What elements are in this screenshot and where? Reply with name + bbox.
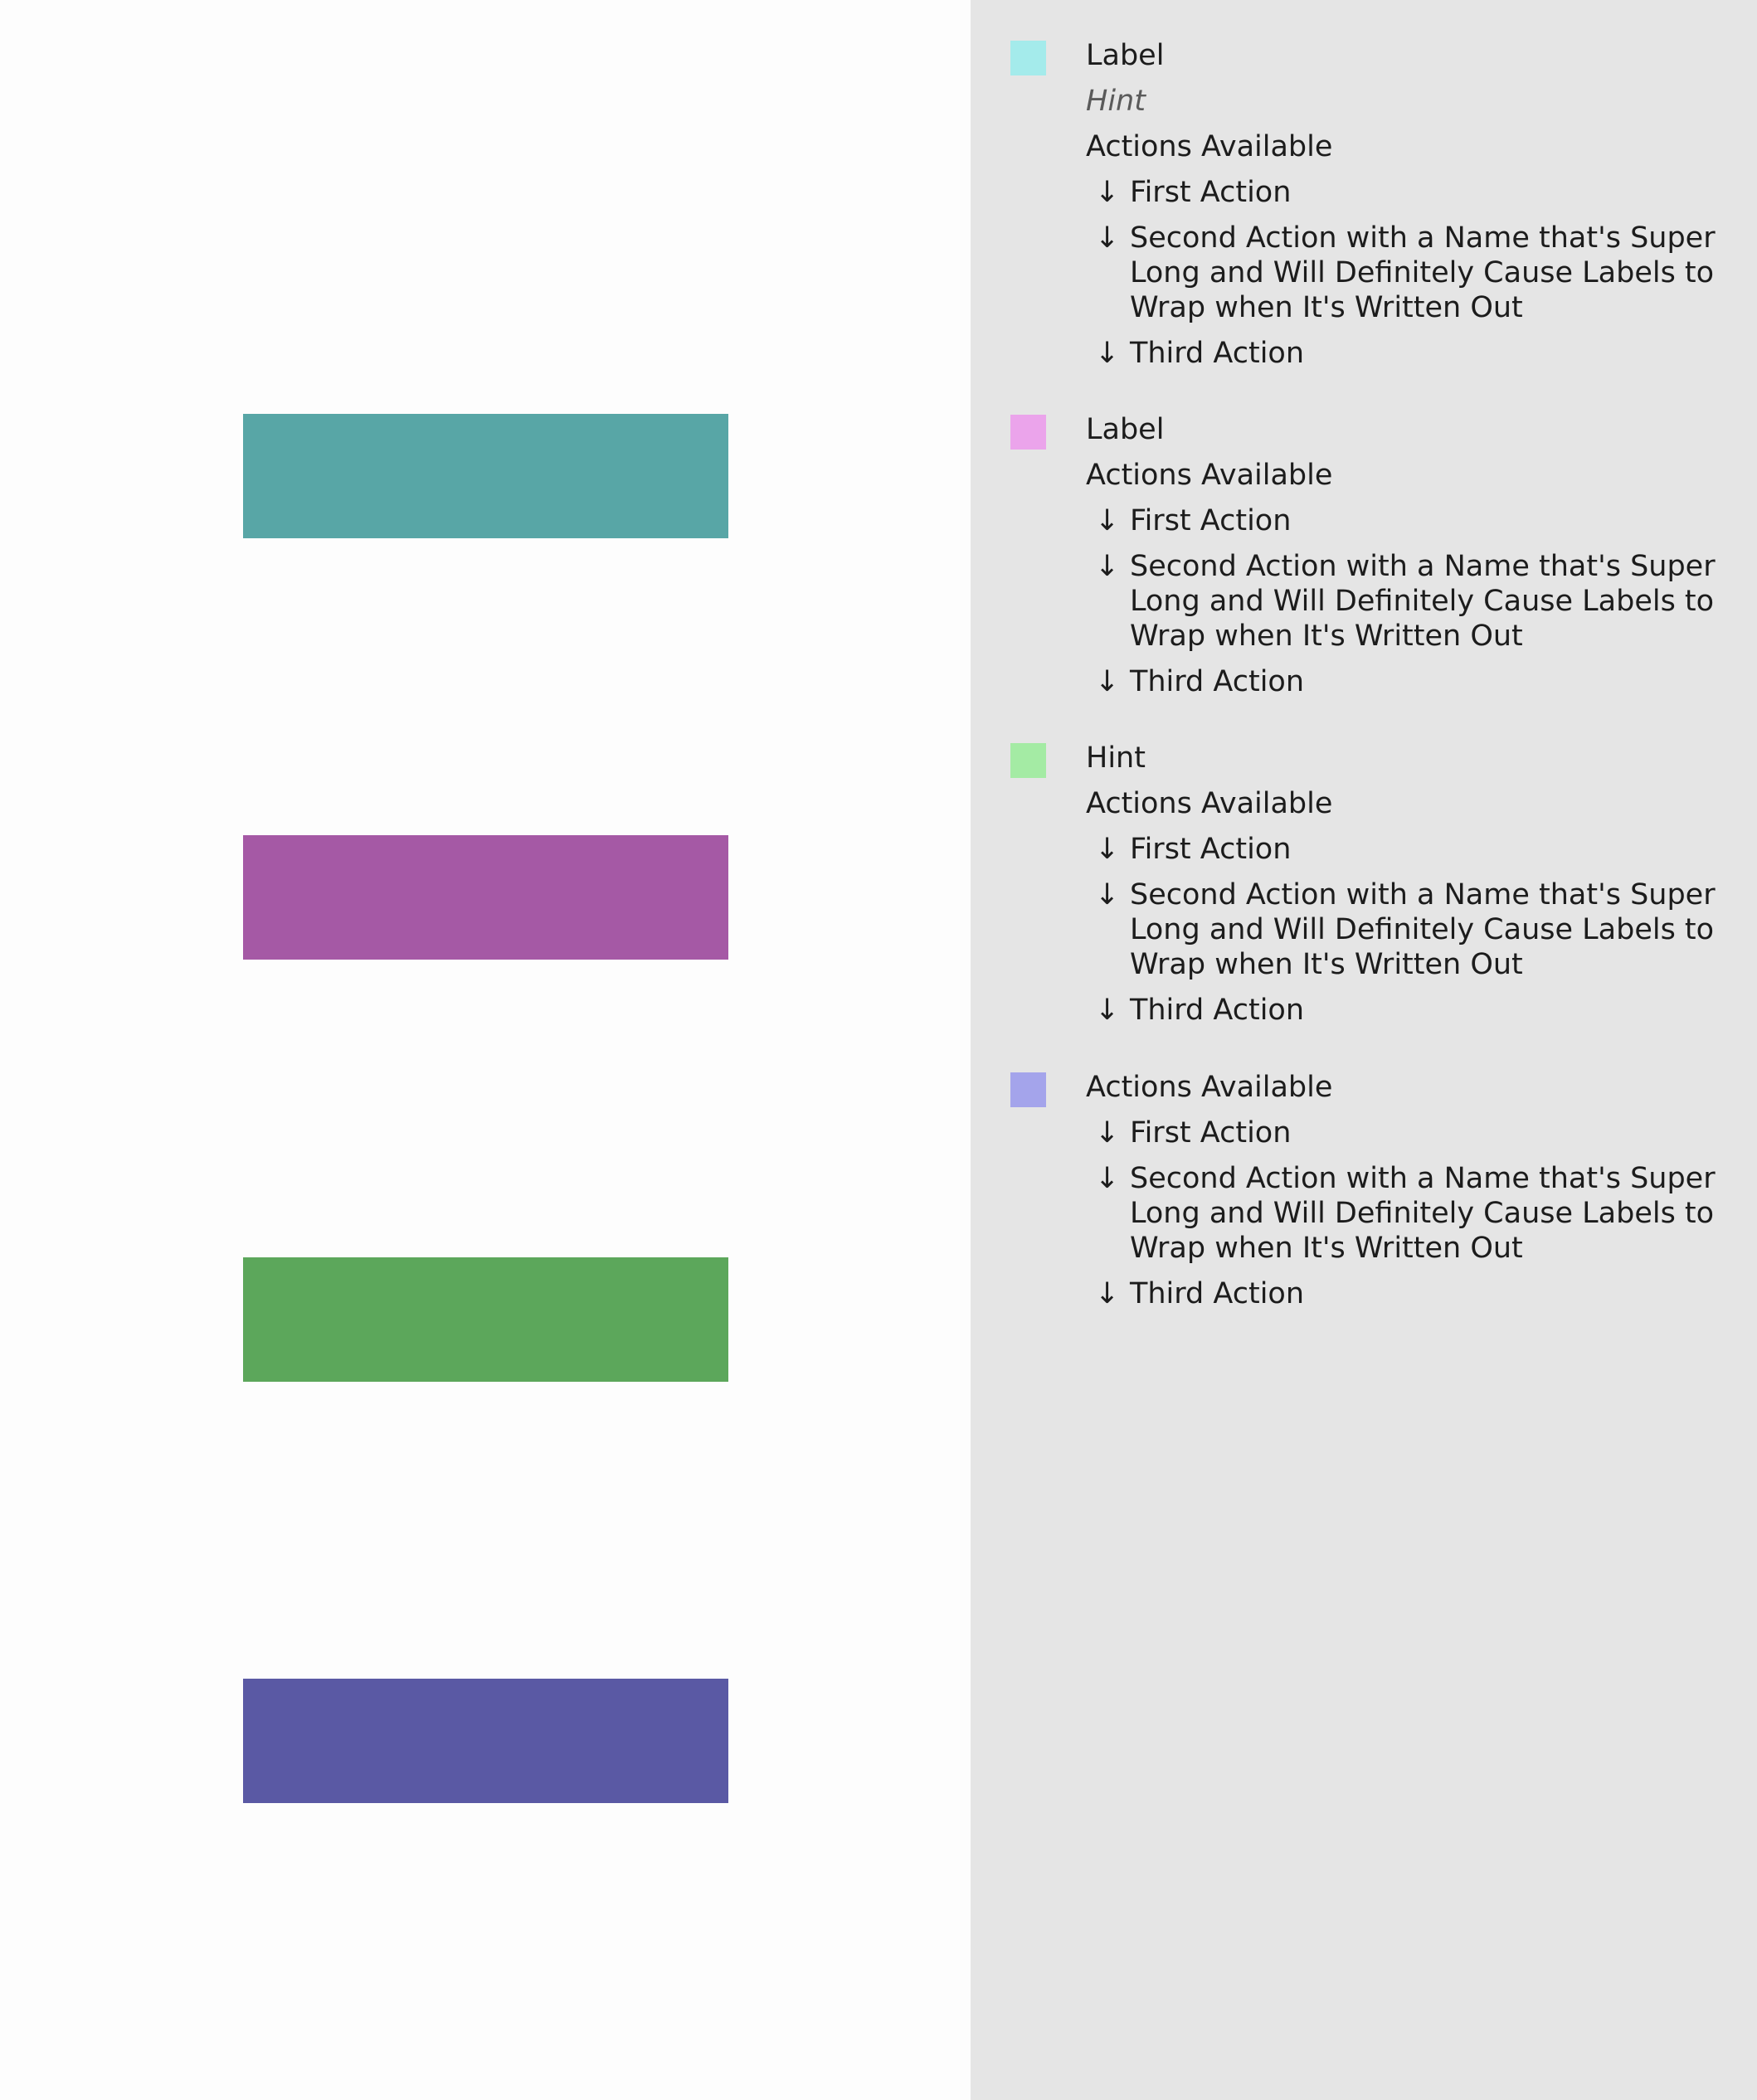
legend-entry-2: Label Actions Available ↓ First Action ↓…	[1010, 412, 1740, 710]
arrow-down-icon: ↓	[1095, 833, 1120, 866]
actions-heading: Actions Available	[1086, 787, 1333, 820]
action-item: ↓ First Action	[1086, 175, 1740, 210]
action-label: Third Action	[1130, 1277, 1305, 1310]
legend-entry-body: Label Actions Available ↓ First Action ↓…	[1086, 412, 1740, 699]
action-label: First Action	[1130, 833, 1292, 866]
teal-element[interactable]	[243, 414, 728, 538]
accessibility-hint: Hint	[1086, 85, 1146, 118]
legend-entry-body: Label Hint Actions Available ↓ First Act…	[1086, 38, 1740, 371]
legend-entry-body: Actions Available ↓ First Action ↓ Secon…	[1086, 1070, 1740, 1311]
indigo-element[interactable]	[243, 1679, 728, 1803]
action-item: ↓ Second Action with a Name that's Super…	[1086, 549, 1740, 654]
green-element[interactable]	[243, 1257, 728, 1382]
action-item: ↓ Second Action with a Name that's Super…	[1086, 877, 1740, 982]
legend-entry-3: Hint Actions Available ↓ First Action ↓ …	[1010, 741, 1740, 1038]
action-item: ↓ Third Action	[1086, 1276, 1740, 1311]
arrow-down-icon: ↓	[1095, 176, 1120, 209]
arrow-down-icon: ↓	[1095, 878, 1120, 911]
actions-heading: Actions Available	[1086, 459, 1333, 492]
legend-entry-1: Label Hint Actions Available ↓ First Act…	[1010, 38, 1740, 382]
arrow-down-icon: ↓	[1095, 221, 1120, 255]
color-swatch	[1010, 415, 1046, 450]
legend-entry-4: Actions Available ↓ First Action ↓ Secon…	[1010, 1070, 1740, 1322]
action-label: First Action	[1130, 504, 1292, 537]
action-label: Second Action with a Name that's Super L…	[1130, 878, 1716, 981]
actions-heading: Actions Available	[1086, 130, 1333, 163]
action-item: ↓ Second Action with a Name that's Super…	[1086, 221, 1740, 325]
accessibility-legend: Label Hint Actions Available ↓ First Act…	[971, 0, 1757, 2100]
arrow-down-icon: ↓	[1095, 504, 1120, 537]
color-swatch	[1010, 743, 1046, 778]
accessibility-label: Label	[1086, 413, 1165, 446]
arrow-down-icon: ↓	[1095, 1116, 1120, 1150]
snapshot-canvas: Label Hint Actions Available ↓ First Act…	[0, 0, 1757, 2100]
action-item: ↓ First Action	[1086, 1116, 1740, 1150]
accessibility-hint: Hint	[1086, 741, 1146, 775]
legend-entry-body: Hint Actions Available ↓ First Action ↓ …	[1086, 741, 1740, 1028]
action-item: ↓ Third Action	[1086, 993, 1740, 1028]
action-label: Third Action	[1130, 665, 1305, 698]
action-label: Second Action with a Name that's Super L…	[1130, 550, 1716, 653]
action-item: ↓ First Action	[1086, 503, 1740, 538]
arrow-down-icon: ↓	[1095, 550, 1120, 583]
action-item: ↓ Third Action	[1086, 336, 1740, 371]
action-label: Second Action with a Name that's Super L…	[1130, 1162, 1716, 1265]
action-label: First Action	[1130, 176, 1292, 209]
accessibility-label: Label	[1086, 39, 1165, 72]
arrow-down-icon: ↓	[1095, 1277, 1120, 1310]
arrow-down-icon: ↓	[1095, 1162, 1120, 1195]
color-swatch	[1010, 1072, 1046, 1107]
actions-heading: Actions Available	[1086, 1071, 1333, 1104]
purple-element[interactable]	[243, 835, 728, 960]
arrow-down-icon: ↓	[1095, 994, 1120, 1027]
action-label: First Action	[1130, 1116, 1292, 1150]
preview-pane	[0, 0, 971, 2100]
action-item: ↓ Second Action with a Name that's Super…	[1086, 1161, 1740, 1266]
action-item: ↓ First Action	[1086, 832, 1740, 867]
action-label: Third Action	[1130, 337, 1305, 370]
arrow-down-icon: ↓	[1095, 337, 1120, 370]
action-item: ↓ Third Action	[1086, 664, 1740, 699]
action-label: Second Action with a Name that's Super L…	[1130, 221, 1716, 324]
arrow-down-icon: ↓	[1095, 665, 1120, 698]
color-swatch	[1010, 41, 1046, 75]
action-label: Third Action	[1130, 994, 1305, 1027]
